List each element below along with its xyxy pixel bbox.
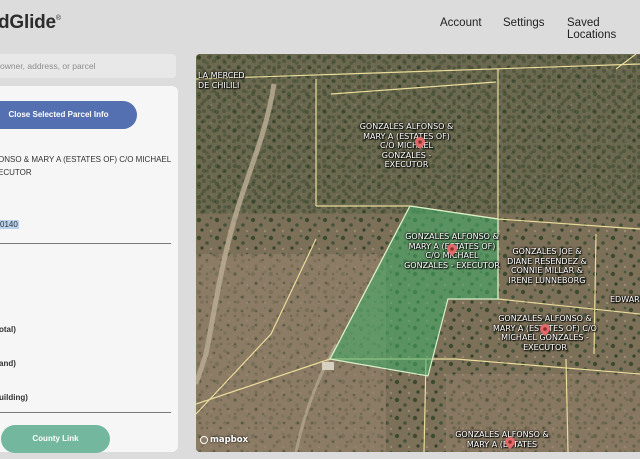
search-input[interactable] [0, 54, 176, 78]
map-pin-icon[interactable] [540, 324, 550, 336]
search-box [0, 54, 176, 78]
map-label: EDWAR [610, 295, 640, 304]
nav-saved-locations[interactable]: Saved Locations [567, 17, 640, 41]
parcel-id: 0140 [0, 220, 19, 229]
map-label: LA MERCED DE CHILILI [198, 71, 245, 90]
owner-name: ONSO & MARY A (ESTATES OF) C/O MICHAEL E… [0, 153, 174, 179]
close-parcel-info-button[interactable]: Close Selected Parcel Info [0, 101, 137, 129]
owner-line-2: ECUTOR [0, 168, 32, 177]
divider [0, 412, 171, 413]
mapbox-attribution[interactable]: mapbox [200, 435, 248, 445]
mapbox-text: mapbox [210, 435, 249, 445]
map-pin-icon[interactable] [447, 244, 457, 256]
land-value-label: and) [0, 359, 16, 368]
parcel-map[interactable]: LA MERCED DE CHILILI GONZALES ALFONSO & … [196, 54, 640, 452]
total-value-label: otal) [0, 325, 16, 334]
mapbox-icon [200, 435, 208, 444]
county-link-button[interactable]: County Link [1, 425, 110, 453]
building-value-label: uilding) [0, 393, 28, 402]
divider [0, 243, 171, 244]
building [322, 362, 334, 370]
nav-settings[interactable]: Settings [503, 17, 545, 29]
top-bar: dGlide® Account Settings Saved Locations [0, 0, 640, 48]
map-label: GONZALES JOE & DIANE RESENDEZ & CONNIE M… [507, 247, 587, 285]
owner-line-1: ONSO & MARY A (ESTATES OF) C/O MICHAEL [0, 155, 172, 164]
map-label: GONZALES ALFONSO & MARY A (ESTATES [455, 430, 549, 449]
map-label: GONZALES ALFONSO & MARY A (ESTATES OF) C… [359, 122, 454, 170]
nav-account[interactable]: Account [440, 17, 482, 29]
app-logo[interactable]: dGlide® [0, 12, 61, 34]
logo-text: dGlide [0, 12, 56, 33]
trademark-symbol: ® [55, 15, 61, 22]
map-pin-icon[interactable] [505, 437, 515, 449]
map-pin-icon[interactable] [415, 137, 425, 149]
